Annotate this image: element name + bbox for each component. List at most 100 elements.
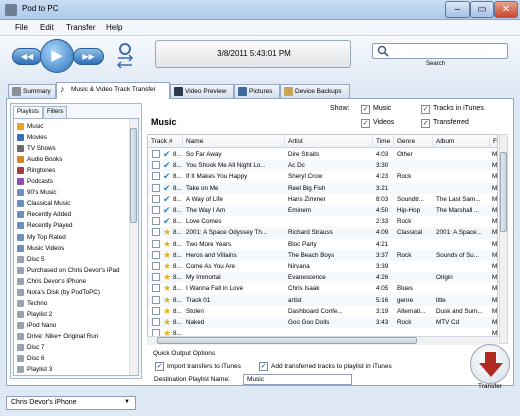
tab-pictures[interactable]: Pictures bbox=[234, 84, 280, 98]
playlist-item-label: Chris Devor's iPhone bbox=[27, 277, 86, 285]
tab-music-video-transfer[interactable]: ♪ Music & Video Track Transfer bbox=[56, 82, 170, 99]
playlist-icon bbox=[17, 266, 24, 274]
row-checkbox[interactable] bbox=[152, 217, 160, 226]
cell-genre: Rock bbox=[397, 319, 412, 326]
table-vertical-scroll-thumb[interactable] bbox=[500, 152, 507, 232]
table-row[interactable]: ★ 8... 2001: A Space Odyssey Th... Richard … bbox=[148, 227, 497, 239]
play-button[interactable]: ▶ bbox=[40, 39, 74, 73]
cell-time: 4:50 bbox=[376, 207, 389, 214]
row-checkbox[interactable] bbox=[152, 239, 160, 248]
close-button[interactable]: ✕ bbox=[494, 1, 518, 18]
table-row[interactable]: ★8... Come As You Are Nirvana 3:39 MI bbox=[148, 261, 498, 272]
cell-artist: Bloc Party bbox=[288, 240, 317, 248]
row-checkbox[interactable] bbox=[152, 183, 160, 192]
table-row[interactable]: ✔ 8... If It Makes You Happy Sheryl Crow 4:2… bbox=[148, 171, 497, 182]
column-header-name[interactable]: Name bbox=[183, 135, 285, 148]
tab-music-video-transfer-label: Music & Video Track Transfer bbox=[71, 86, 156, 93]
tab-video-preview[interactable]: Video Preview bbox=[170, 84, 234, 98]
menu-transfer[interactable]: Transfer bbox=[66, 23, 96, 32]
row-checkbox[interactable] bbox=[152, 295, 160, 304]
row-checkbox[interactable] bbox=[152, 262, 160, 270]
table-row[interactable]: ★ 8... Heros and Villains The Beach Boys 3:3… bbox=[148, 249, 497, 261]
playlist-item-label: Music bbox=[27, 123, 44, 130]
table-horizontal-scroll-thumb[interactable] bbox=[157, 337, 417, 344]
playlist-icon bbox=[17, 355, 24, 363]
subtab-filters[interactable]: Filters bbox=[43, 106, 68, 118]
tab-summary[interactable]: Summary bbox=[8, 84, 56, 98]
cell-artist: Dire Straits bbox=[288, 151, 320, 158]
next-track-button[interactable]: ▶▶ bbox=[73, 48, 104, 65]
column-header-track[interactable]: Track # bbox=[148, 135, 183, 148]
playlist-item-label: 90's Music bbox=[27, 189, 57, 197]
menu-help[interactable]: Help bbox=[106, 23, 122, 32]
table-row[interactable]: ★8... Track 01 artist 5:16 genre title MI bbox=[148, 294, 497, 306]
playlist-item-label: Techno bbox=[27, 299, 48, 307]
menu-edit[interactable]: Edit bbox=[40, 23, 54, 32]
table-row[interactable]: ★8... Naked Goo Goo Dolls 3:43 Rock MTV Cd MI bbox=[148, 317, 497, 329]
maximize-button[interactable]: ▭ bbox=[470, 1, 494, 18]
table-row[interactable]: ★ 8... I Wanna Fall in Love Chris Isaak 4:05… bbox=[148, 283, 497, 294]
table-row[interactable]: ✔ 8... A Way of Life Hans Zimmer 8:03 Soundtr… bbox=[148, 194, 497, 205]
playlist-item-label: Classical Music bbox=[27, 200, 71, 208]
cell-time: 3:30 bbox=[376, 162, 389, 170]
row-checkbox[interactable] bbox=[152, 250, 160, 259]
row-checkbox[interactable] bbox=[152, 306, 160, 315]
row-checkbox[interactable] bbox=[152, 228, 160, 237]
transferred-check-icon: ✔ bbox=[163, 205, 171, 215]
playlist-item-label: Nora's Disk (by PodToPC) bbox=[27, 288, 100, 296]
column-header-time[interactable]: Time bbox=[373, 135, 394, 148]
cell-artist: Eminem bbox=[288, 207, 312, 214]
column-header-artist[interactable]: Artist bbox=[285, 135, 373, 148]
filter-music-label: Music bbox=[373, 105, 392, 112]
transfer-button[interactable] bbox=[470, 344, 510, 384]
row-checkbox[interactable] bbox=[152, 194, 160, 203]
row-checkbox[interactable] bbox=[152, 150, 160, 158]
row-checkbox[interactable] bbox=[152, 206, 160, 214]
cell-name: Heros and Villains bbox=[186, 251, 237, 259]
transferred-check-icon: ✔ bbox=[163, 171, 171, 182]
column-header-album[interactable]: Album bbox=[433, 135, 490, 148]
now-playing-display: 3/8/2011 5:43:01 PM bbox=[155, 40, 351, 68]
cell-fil: MI bbox=[492, 263, 498, 270]
cell-fil: MI bbox=[492, 207, 498, 214]
playlist-item-label: Playlist 3 bbox=[27, 366, 53, 374]
chevron-down-icon[interactable]: ▼ bbox=[124, 399, 130, 405]
row-checkbox[interactable] bbox=[152, 318, 160, 326]
sync-icon[interactable] bbox=[115, 42, 135, 70]
cell-artist: Sheryl Crow bbox=[288, 173, 323, 181]
menu-file[interactable]: File bbox=[15, 23, 28, 32]
table-row[interactable]: ★8... Two More Years Bloc Party 4:21 MI bbox=[148, 239, 497, 250]
filter-transferred-checkbox[interactable]: ✓ bbox=[421, 119, 430, 128]
add-to-playlist-checkbox[interactable]: ✓ bbox=[259, 362, 268, 371]
summary-icon bbox=[12, 87, 21, 96]
row-checkbox[interactable] bbox=[152, 284, 160, 293]
column-header-genre[interactable]: Genre bbox=[394, 135, 433, 148]
search-input[interactable] bbox=[372, 43, 508, 59]
minimize-button[interactable]: – bbox=[445, 1, 470, 18]
tab-device-backups[interactable]: Device Backups bbox=[280, 84, 350, 98]
row-checkbox[interactable] bbox=[152, 161, 160, 170]
row-checkbox[interactable] bbox=[152, 172, 160, 181]
cell-name: Naked bbox=[186, 319, 205, 326]
table-row[interactable]: ✔ 8... The Way I Am Eminem 4:50 Hip-Hop The Ma… bbox=[148, 205, 498, 217]
destination-playlist-input[interactable]: Music bbox=[243, 374, 352, 385]
subtab-playlists[interactable]: Playlists bbox=[13, 106, 44, 118]
filter-videos-checkbox[interactable]: ✓ bbox=[361, 119, 370, 128]
previous-track-button[interactable]: ◀◀ bbox=[12, 48, 42, 65]
column-header-file[interactable]: Fil bbox=[490, 135, 497, 148]
filter-tracks-in-itunes-checkbox[interactable]: ✓ bbox=[421, 105, 430, 114]
device-select[interactable]: Chris Devor's iPhone bbox=[6, 396, 136, 410]
table-row[interactable]: ✔8... Love Comes 2:33 Rock MI bbox=[148, 216, 497, 227]
cell-track: 8... bbox=[173, 162, 182, 170]
playlist-scroll-thumb[interactable] bbox=[130, 128, 137, 223]
table-row[interactable]: ✔ 8... You Shook Me All Night Lo... Ac Dc 3:… bbox=[148, 160, 497, 172]
filter-music-checkbox[interactable]: ✓ bbox=[361, 105, 370, 114]
table-row[interactable]: ★ 8... Stolen Dashboard Confe... 3:19 Alterna… bbox=[148, 306, 497, 317]
row-checkbox[interactable] bbox=[152, 273, 160, 282]
filter-transferred-label: Transferred bbox=[433, 119, 469, 126]
table-row[interactable]: ★8... My Immortal Evanescence 4:26 Origin MI bbox=[148, 272, 497, 284]
playlist-item-label: My Top Rated bbox=[27, 233, 66, 241]
table-row[interactable]: ✔8... Take on Me Reel Big Fish 3:21 MI bbox=[148, 182, 497, 194]
import-to-itunes-checkbox[interactable]: ✓ bbox=[155, 362, 164, 371]
table-row[interactable]: ✔8... So Far Away Dire Straits 4:03 Other MI bbox=[148, 149, 497, 160]
